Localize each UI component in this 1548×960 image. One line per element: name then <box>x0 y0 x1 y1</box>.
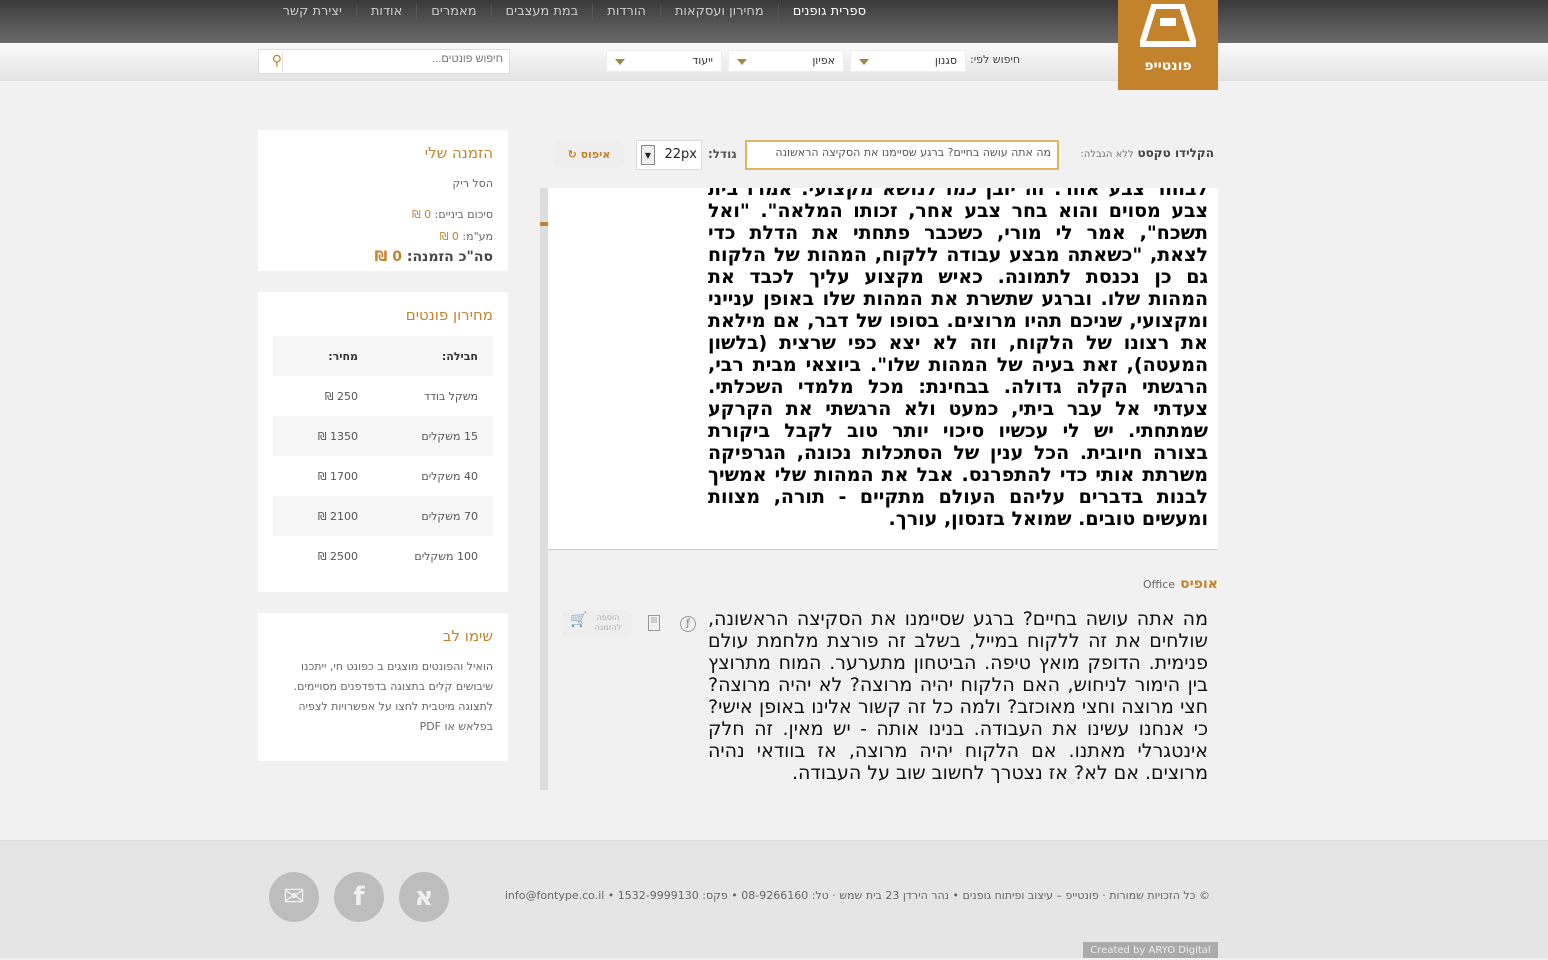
style-value: סגנון <box>934 54 957 67</box>
type-label: הקלידו טקסט <box>1137 146 1214 160</box>
logo[interactable]: פונטייפ <box>1118 0 1218 90</box>
scrollbar-thumb[interactable] <box>540 222 548 226</box>
price: 1350 ₪ <box>317 429 358 443</box>
purpose-select[interactable]: ייעוד <box>606 50 722 72</box>
reset-button[interactable]: איפוס ↻ <box>554 142 624 168</box>
mail-icon[interactable]: ✉ <box>269 872 319 922</box>
size-value: 22px <box>664 147 698 162</box>
size-label: גודל: <box>708 147 737 161</box>
price: 250 ₪ <box>324 389 358 403</box>
reset-label: איפוס <box>580 148 611 161</box>
package: 70 משקלים <box>421 509 478 523</box>
logo-name: פונטייפ <box>1144 58 1192 74</box>
no-limit-label: ללא הגבלה: <box>1080 149 1134 160</box>
pricing-panel: מחירון פונטים חבילה: מחיר: משקל בודד 250 ₪… <box>258 292 508 592</box>
table-row: 15 משקלים 1350 ₪ <box>273 416 493 456</box>
scrollbar[interactable] <box>540 188 548 790</box>
order-title: הזמנה שלי <box>424 144 493 162</box>
preview-text: לבחור צבע אחר. זה יובן כמו לנושא מקצועי.… <box>708 188 1208 530</box>
nav-font-library[interactable]: ספרית גופנים <box>777 4 880 19</box>
package: משקל בודד <box>423 389 478 403</box>
total-label: סה"כ הזמנה: <box>401 249 493 265</box>
vat-value: 0 ₪ <box>439 230 459 243</box>
notice-panel: שימו לב הואיל והפונטים מוצגים ב כפונט חי… <box>258 613 508 761</box>
chevron-down-icon <box>737 59 747 65</box>
refresh-icon: ↻ <box>567 148 577 161</box>
total: סה"כ הזמנה: 0 ₪ <box>375 249 493 265</box>
font-title[interactable]: אופיס Office <box>1143 573 1218 592</box>
top-navbar: ספרית גופנים מחירון ועסקאות הורדות במת מ… <box>0 0 1548 43</box>
main-nav: ספרית גופנים מחירון ועסקאות הורדות במת מ… <box>269 4 880 19</box>
subtotal-label: סיכום ביניים: <box>431 208 493 221</box>
notice-title: שימו לב <box>442 627 493 645</box>
table-header: חבילה: מחיר: <box>273 336 493 376</box>
cart-icon: 🛒 <box>570 612 588 628</box>
search-box: ⚲ <box>258 49 510 74</box>
credit-link[interactable]: Created by ARYO Digital <box>1083 942 1218 958</box>
font-preview-2-text: מה אתה עושה בחיים? ברגע שסיימנו את הסקיצ… <box>708 608 1208 784</box>
sample-text-input[interactable]: מה אתה עושה בחיים? ברגע שסיימנו את הסקיצ… <box>745 140 1059 170</box>
my-order-panel: הזמנה שלי הסל ריק סיכום ביניים: 0 ₪ מע"מ… <box>258 130 508 271</box>
nav-articles[interactable]: מאמרים <box>416 4 490 19</box>
add-label: הוספה להזמנה <box>594 613 622 632</box>
notice-text: הואיל והפונטים מוצגים ב כפונט חי, ייתכנו… <box>293 660 493 733</box>
package: 100 משקלים <box>414 549 478 563</box>
table-row: 40 משקלים 1700 ₪ <box>273 456 493 496</box>
facebook-icon[interactable]: f <box>334 872 384 922</box>
search-icon[interactable]: ⚲ <box>263 53 283 71</box>
style-select[interactable]: סגנון <box>850 50 966 72</box>
subtotal: סיכום ביניים: 0 ₪ <box>412 208 493 221</box>
filter-label: חיפוש לפי: <box>970 53 1021 66</box>
font-name: אופיס <box>1180 576 1218 592</box>
pdf-icon[interactable]: ▤ <box>648 615 660 631</box>
vat: מע"מ: 0 ₪ <box>440 230 493 243</box>
footer-text: © כל הזכויות שמורות · פונטייפ – עיצוב ופ… <box>504 889 1210 902</box>
col-price: מחיר: <box>328 349 358 363</box>
chevron-down-icon: ▼ <box>641 145 655 165</box>
add-to-order-button[interactable]: הוספה להזמנה 🛒 <box>562 610 632 638</box>
pricing-title: מחירון פונטים <box>405 306 493 324</box>
pricing-table: חבילה: מחיר: משקל בודד 250 ₪ 15 משקלים 1350… <box>273 336 493 576</box>
price: 2100 ₪ <box>317 509 358 523</box>
character-select[interactable]: אפיון <box>728 50 844 72</box>
total-value: 0 ₪ <box>374 249 402 265</box>
table-row: 70 משקלים 2100 ₪ <box>273 496 493 536</box>
font-latin-name: Office <box>1142 578 1176 591</box>
cart-empty: הסל ריק <box>452 177 493 190</box>
table-row: 100 משקלים 2500 ₪ <box>273 536 493 576</box>
col-package: חבילה: <box>441 349 478 363</box>
chevron-down-icon <box>859 59 869 65</box>
aleph-icon[interactable]: א <box>399 872 449 922</box>
subtotal-value: 0 ₪ <box>412 208 432 221</box>
nav-about[interactable]: אודות <box>355 4 416 19</box>
flash-icon[interactable]: ƒ <box>680 616 696 632</box>
chevron-down-icon <box>615 59 625 65</box>
nav-pricing[interactable]: מחירון ועסקאות <box>659 4 778 19</box>
nav-downloads[interactable]: הורדות <box>592 4 660 19</box>
size-select[interactable]: 22px ▼ <box>636 140 702 170</box>
purpose-value: ייעוד <box>692 54 713 67</box>
font-preview-1: לבחור צבע אחר. זה יובן כמו לנושא מקצועי.… <box>548 188 1218 550</box>
table-row: משקל בודד 250 ₪ <box>273 376 493 416</box>
logo-mark-icon <box>1137 2 1199 47</box>
vat-label: מע"מ: <box>458 230 493 243</box>
search-input[interactable] <box>288 53 503 65</box>
package: 15 משקלים <box>421 429 478 443</box>
nav-contact[interactable]: יצירת קשר <box>269 4 356 19</box>
price: 1700 ₪ <box>317 469 358 483</box>
type-text-label: הקלידו טקסט ללא הגבלה: <box>1080 146 1214 160</box>
package: 40 משקלים <box>421 469 478 483</box>
price: 2500 ₪ <box>317 549 358 563</box>
nav-designers[interactable]: במת מעצבים <box>490 4 593 19</box>
character-value: אפיון <box>812 54 835 67</box>
